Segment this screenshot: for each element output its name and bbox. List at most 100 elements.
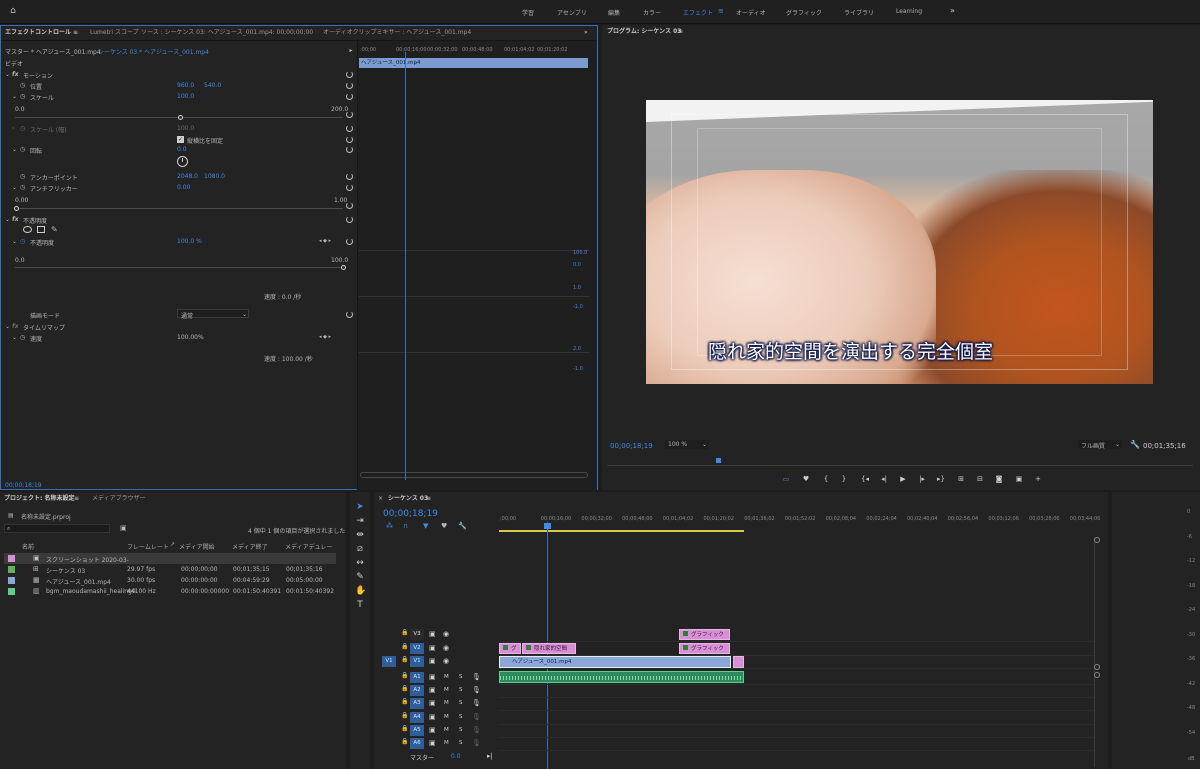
lock-icon[interactable]: 🔒 <box>401 643 408 650</box>
anchor-x-value[interactable]: 2048.0 <box>177 173 198 180</box>
sync-lock-icon[interactable]: ▣ <box>429 644 436 652</box>
step-back-icon[interactable]: ◂| <box>878 475 890 483</box>
reset-icon[interactable] <box>346 111 353 118</box>
expand-icon[interactable]: › <box>12 125 14 132</box>
expand-icon[interactable]: ⌄ <box>12 184 17 191</box>
reset-icon[interactable] <box>346 216 353 223</box>
sync-lock-icon[interactable]: ▣ <box>429 726 436 734</box>
sync-lock-icon[interactable]: ▣ <box>429 713 436 721</box>
project-search-input[interactable]: ⌕ <box>4 524 110 533</box>
sync-lock-icon[interactable]: ▣ <box>429 686 436 694</box>
label-color-swatch[interactable] <box>8 566 15 573</box>
solo-button[interactable]: S <box>459 714 463 720</box>
lock-icon[interactable]: 🔒 <box>401 656 408 663</box>
stopwatch-icon[interactable]: ◷ <box>20 125 25 132</box>
export-frame-icon[interactable]: ◙ <box>993 475 1005 483</box>
position-y-value[interactable]: 540.0 <box>204 82 221 89</box>
lock-icon[interactable]: 🔒 <box>401 685 408 692</box>
stopwatch-icon[interactable]: ◷ <box>20 184 25 191</box>
reset-icon[interactable] <box>346 238 353 245</box>
timeline-title[interactable]: シーケンス 03 <box>388 492 428 506</box>
track-select-tool-icon[interactable]: ⇥ <box>355 516 365 526</box>
zoom-dropdown[interactable]: 100 % ⌄ <box>665 440 709 449</box>
lock-icon[interactable]: 🔒 <box>401 698 408 705</box>
subtitle-text[interactable]: 隠れ家的空間を演出する完全個室 <box>708 341 993 363</box>
scale-value[interactable]: 100.0 <box>177 93 194 100</box>
workspace-tab[interactable]: アセンブリ <box>557 8 587 17</box>
track-target[interactable]: V1 <box>410 656 424 667</box>
close-icon[interactable]: × <box>378 495 383 502</box>
tab-audio-clip-mixer[interactable]: オーディオクリップミキサー : ヘアジュース_001.mp4 <box>323 26 471 40</box>
panel-menu-icon[interactable]: ≡ <box>678 25 683 39</box>
quality-dropdown[interactable]: フル画質 ⌄ <box>1078 440 1122 450</box>
ripple-edit-tool-icon[interactable]: ⇹ <box>355 530 365 540</box>
lock-icon[interactable]: 🔒 <box>401 725 408 732</box>
master-clip-label[interactable]: マスター * ヘアジュース_001.mp4 <box>5 47 101 56</box>
panel-menu-icon[interactable]: ≡ <box>718 7 724 15</box>
work-area-bar[interactable] <box>499 530 744 532</box>
insert-icon[interactable]: ⊞ <box>955 475 967 483</box>
keyframe-nav-icon[interactable]: ◂ ◆ ▸ <box>319 238 331 244</box>
expand-icon[interactable]: ⌄ <box>12 238 17 245</box>
microphone-icon[interactable]: 🎙 <box>472 673 481 681</box>
stopwatch-icon[interactable]: ◷ <box>20 334 25 341</box>
speed-value[interactable]: 100.00% <box>177 334 204 341</box>
video-clip-v1-tail[interactable] <box>733 656 744 668</box>
add-marker-icon[interactable]: ▼ <box>423 522 428 530</box>
slip-tool-icon[interactable]: ↔ <box>355 558 365 568</box>
reset-icon[interactable] <box>346 311 353 318</box>
panel-menu-icon[interactable]: ≡ <box>426 492 431 506</box>
label-color-swatch[interactable] <box>8 577 15 584</box>
track-target[interactable]: V2 <box>410 643 424 654</box>
snap-icon[interactable]: ⁂ <box>386 522 393 530</box>
scale-slider-knob[interactable] <box>178 115 183 120</box>
column-header[interactable]: 名前 <box>22 542 34 551</box>
razor-tool-icon[interactable]: ⧄ <box>355 544 365 554</box>
marker-icon[interactable]: ♥ <box>441 522 447 530</box>
flicker-slider-knob[interactable] <box>14 206 19 211</box>
project-row[interactable]: ▥ bgm_maoudamashii_healing0 44100 Hz 00:00:… <box>4 586 336 597</box>
motion-expand-icon[interactable]: ⌄ <box>5 71 10 78</box>
eye-icon[interactable]: ◉ <box>443 630 449 638</box>
track-target[interactable]: A4 <box>410 711 424 723</box>
home-icon[interactable]: ⌂ <box>9 7 17 16</box>
step-forward-icon[interactable]: |▸ <box>916 475 928 483</box>
reset-icon[interactable] <box>346 184 353 191</box>
solo-button[interactable]: S <box>459 740 463 746</box>
tab-media-browser[interactable]: メディアブラウザー <box>92 492 146 506</box>
ellipse-mask-icon[interactable] <box>23 226 32 233</box>
column-header[interactable]: フレームレート <box>127 542 169 551</box>
workspace-tab[interactable]: グラフィック <box>786 8 822 17</box>
opacity-expand-icon[interactable]: ⌄ <box>5 216 10 223</box>
column-header[interactable]: メディア開始 <box>179 542 215 551</box>
expand-icon[interactable]: ⌄ <box>12 93 17 100</box>
tab-effect-controls[interactable]: エフェクトコントロール <box>5 26 71 40</box>
track-target[interactable]: A3 <box>410 698 424 710</box>
workspace-tab[interactable]: Learning <box>896 8 922 15</box>
reset-icon[interactable] <box>346 125 353 132</box>
workspace-tab[interactable]: 学習 <box>522 8 534 17</box>
fx-badge-motion[interactable]: fx <box>12 71 18 78</box>
stopwatch-icon[interactable]: ◷ <box>20 93 25 100</box>
rectangle-mask-icon[interactable] <box>37 226 45 233</box>
eye-icon[interactable]: ◉ <box>443 644 449 652</box>
program-scrubber[interactable] <box>607 458 1193 466</box>
mute-button[interactable]: M <box>444 714 449 720</box>
fx-badge-time-remap[interactable]: fx <box>12 323 18 330</box>
reset-icon[interactable] <box>346 71 353 78</box>
mute-button[interactable]: M <box>444 674 449 680</box>
playhead-handle[interactable] <box>544 523 551 529</box>
wrench-icon[interactable]: 🔧 <box>458 522 467 530</box>
reset-icon[interactable] <box>346 202 353 209</box>
reset-icon[interactable] <box>346 173 353 180</box>
rotation-value[interactable]: 0.0 <box>177 146 187 153</box>
microphone-icon[interactable]: 🎙 <box>472 726 481 734</box>
sync-lock-icon[interactable]: ▣ <box>429 673 436 681</box>
graphic-clip-v3[interactable]: グラフィック <box>679 629 730 640</box>
solo-button[interactable]: S <box>459 700 463 706</box>
flicker-value[interactable]: 0.00 <box>177 184 190 191</box>
project-row[interactable]: ▣ スクリーンショット 2020-03- <box>4 553 336 564</box>
timeline-vertical-scrollbar[interactable] <box>1094 537 1100 767</box>
add-button-icon[interactable]: + <box>1032 475 1044 483</box>
opacity-slider-track[interactable] <box>15 267 343 268</box>
